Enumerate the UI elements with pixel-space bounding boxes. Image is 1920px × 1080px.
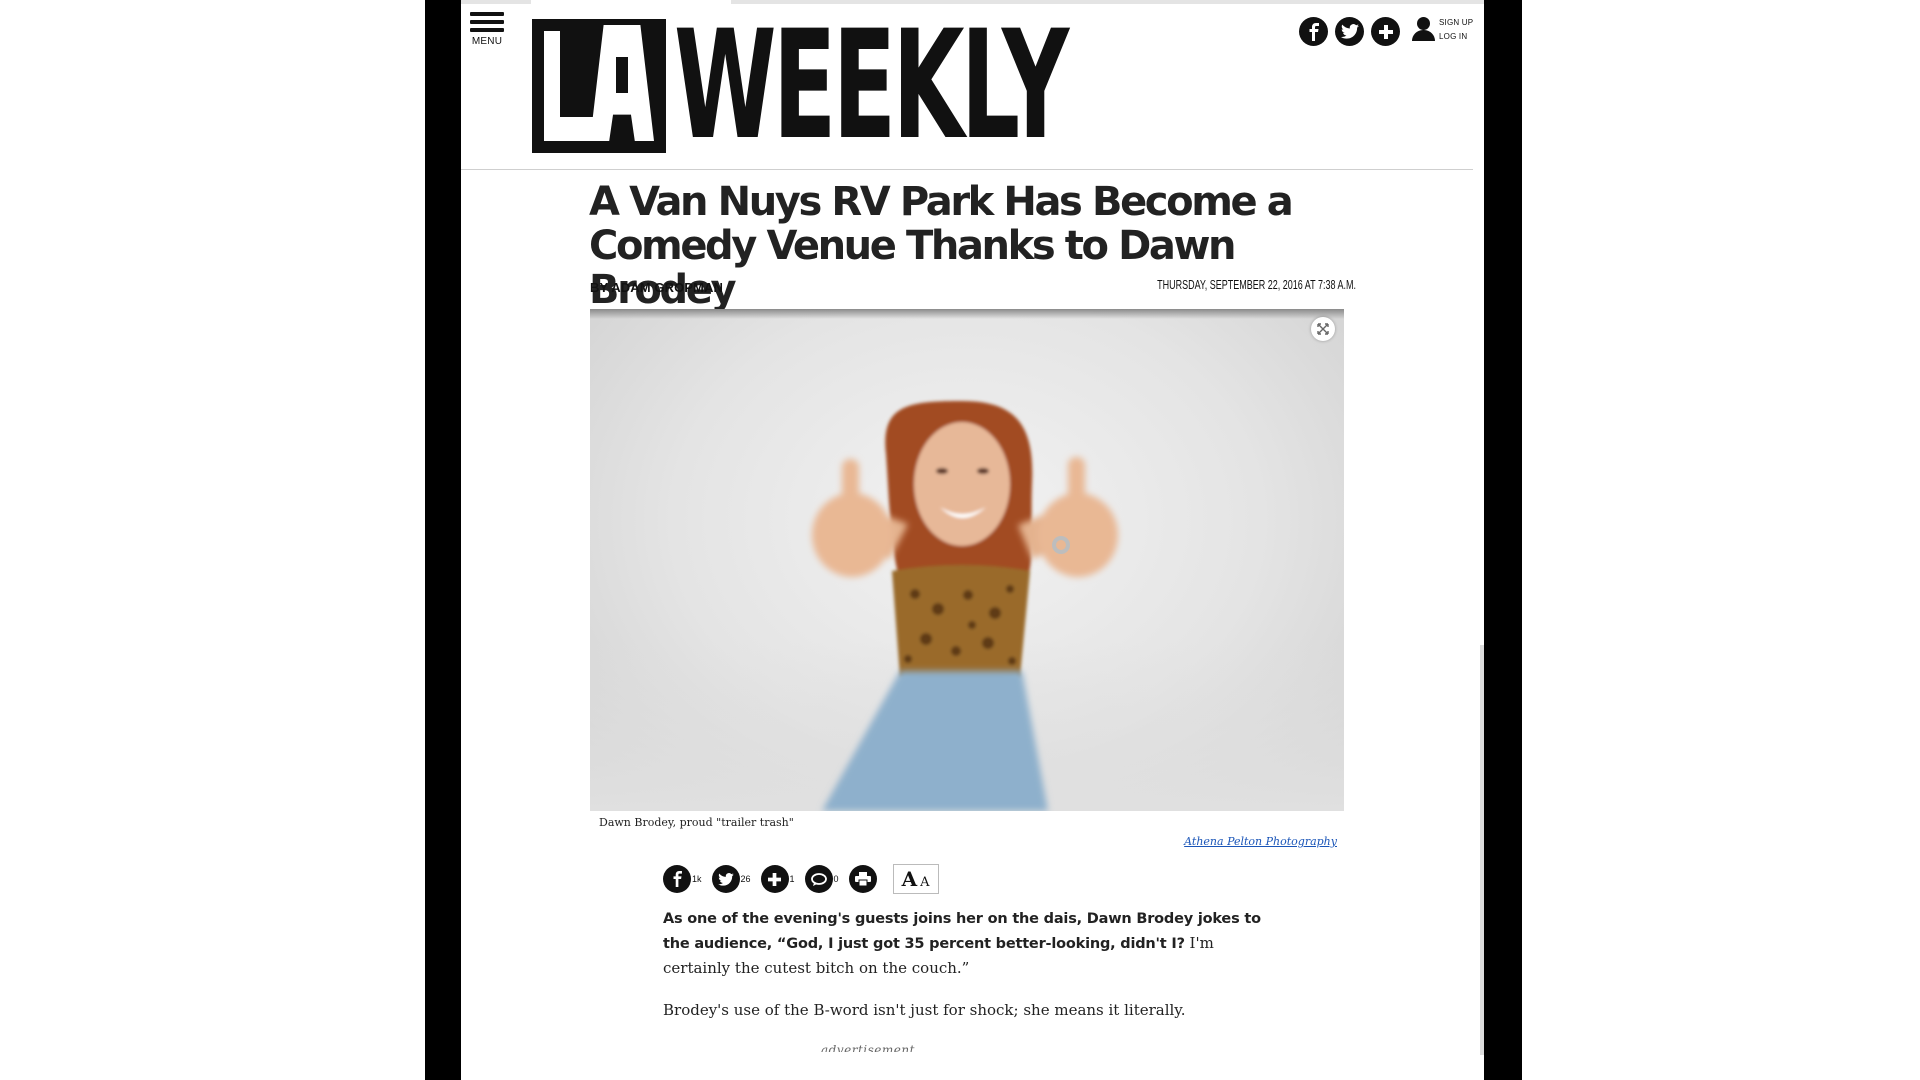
photo-caption: Dawn Brodey, proud "trailer trash" [599,816,794,829]
facebook-icon [663,865,691,893]
article-body: As one of the evening's guests joins her… [663,906,1263,1040]
header-social-links [1299,17,1400,46]
share-plus[interactable]: 1 [760,865,795,893]
comment-icon [804,865,833,893]
plus-icon [760,865,789,893]
share-bar: 1k 26 1 0 A A [663,864,939,894]
expand-icon[interactable] [1311,317,1335,341]
author-link[interactable]: ADAM GROPMAN [611,280,723,295]
byline-prefix: BY [590,280,609,295]
lead-paragraph: As one of the evening's guests joins her… [663,906,1263,980]
share-comments[interactable]: 0 [804,865,839,893]
hamburger-icon [470,12,504,32]
comments-count: 0 [833,874,839,884]
share-twitter[interactable]: 26 [711,865,751,893]
scrollbar-track[interactable] [1480,645,1484,1055]
menu-button[interactable]: MENU [470,12,504,47]
text-size-button[interactable]: A A [892,864,939,894]
article-photo[interactable] [590,309,1344,811]
plus-count: 1 [789,874,795,884]
plus-icon[interactable] [1371,17,1400,46]
share-facebook[interactable]: 1k [663,865,702,893]
twitter-count: 26 [740,874,751,884]
publish-date: THURSDAY, SEPTEMBER 22, 2016 AT 7:38 A.M… [1157,278,1356,292]
paragraph-2: Brodey's use of the B-word isn't just fo… [663,1001,1186,1019]
text-size-large: A [901,867,918,891]
account-area: SIGN UP LOG IN [1411,16,1473,44]
user-icon[interactable] [1411,16,1435,42]
twitter-icon[interactable] [1335,17,1364,46]
log-in-link[interactable]: LOG IN [1439,30,1473,44]
browser-viewport: MENU WEEKLY SIGN UP LOG IN A Van Nuys RV… [461,0,1484,1080]
byline: BY ADAM GROPMAN [590,280,723,295]
sign-up-link[interactable]: SIGN UP [1439,16,1473,30]
facebook-icon[interactable] [1299,17,1328,46]
site-logo[interactable]: WEEKLY [532,0,1305,173]
share-print[interactable] [848,865,877,893]
header-divider [461,169,1473,170]
tablet-frame: MENU WEEKLY SIGN UP LOG IN A Van Nuys RV… [425,0,1522,1080]
text-size-small: A [920,875,930,890]
print-icon [848,865,877,893]
logo-la-box [532,19,666,153]
menu-label: MENU [471,36,503,47]
photo-credit-link[interactable]: Athena Pelton Photography [1121,835,1337,848]
photo-subject [812,401,1118,811]
facebook-count: 1k [692,874,702,884]
lead-bold-text: As one of the evening's guests joins her… [663,911,1261,952]
logo-weekly-text: WEEKLY [674,0,1069,173]
twitter-icon [711,865,740,893]
